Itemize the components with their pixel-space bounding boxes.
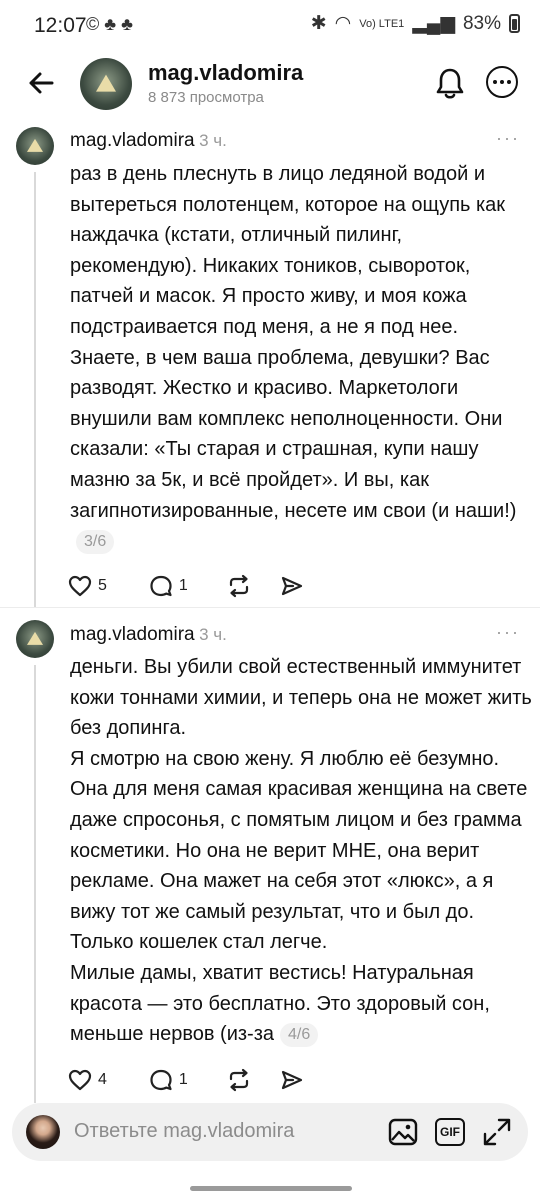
like-button[interactable]: 4: [68, 1069, 107, 1091]
post-body: деньги. Вы убили свой естественный иммун…: [70, 656, 532, 1046]
user-avatar: [26, 1115, 60, 1149]
reply-input[interactable]: Ответьте mag.vladomira: [74, 1120, 294, 1143]
battery-icon: [509, 14, 520, 33]
post-actions: 5 1: [68, 571, 304, 601]
heart-icon: [68, 1069, 92, 1091]
dot-icon: [500, 80, 504, 84]
battery-percent: 83%: [462, 12, 501, 34]
reply-count: 1: [178, 577, 188, 594]
post-username[interactable]: mag.vladomira: [70, 624, 195, 645]
post-time: 3 ч.: [199, 625, 227, 644]
post-actions: 4 1: [68, 1065, 304, 1095]
status-bar: 12:07 © ♣ ♣ ✱ ◠ Vo) LTE1 ▂▄▆ 83%: [0, 0, 540, 52]
reply-button[interactable]: 1: [149, 574, 188, 598]
send-icon: [281, 576, 302, 596]
wifi-icon: ◠: [334, 13, 352, 34]
post-divider: [0, 607, 540, 608]
notification-icons: © ♣ ♣: [86, 14, 133, 34]
dot-icon: [493, 80, 497, 84]
like-count: 5: [98, 577, 107, 594]
image-button[interactable]: [388, 1118, 418, 1151]
repost-button[interactable]: [226, 1068, 252, 1092]
post-text: деньги. Вы убили свой естественный иммун…: [70, 652, 532, 1050]
gif-button[interactable]: GIF: [435, 1118, 465, 1146]
post-more-button[interactable]: ···: [496, 622, 520, 643]
post-text: раз в день плеснуть в лицо ледяной водой…: [70, 159, 532, 557]
heart-icon: [68, 575, 92, 597]
dot-icon: [507, 80, 511, 84]
post-header: mag.vladomira 3 ч.: [70, 624, 227, 646]
share-button[interactable]: [280, 1068, 304, 1092]
post-time: 3 ч.: [199, 131, 227, 150]
thread-counter: 3/6: [76, 529, 115, 554]
like-button[interactable]: 5: [68, 575, 107, 597]
send-icon: [281, 1070, 302, 1090]
signal-icon: ▂▄▆: [412, 13, 455, 34]
post-header: mag.vladomira 3 ч.: [70, 130, 227, 152]
top-bar: mag.vladomira 8 873 просмотра: [0, 52, 540, 116]
post-avatar[interactable]: [16, 127, 54, 165]
gesture-bar[interactable]: [190, 1186, 352, 1191]
back-arrow-icon: [29, 72, 54, 94]
expand-icon: [483, 1118, 511, 1146]
bell-icon: [436, 68, 464, 99]
image-icon: [388, 1118, 418, 1146]
back-button[interactable]: [24, 66, 58, 100]
bluetooth-icon: ✱: [310, 13, 327, 34]
post-more-button[interactable]: ···: [496, 128, 520, 149]
thread-counter: 4/6: [280, 1022, 319, 1047]
expand-button[interactable]: [482, 1117, 512, 1152]
reply-composer[interactable]: Ответьте mag.vladomira GIF: [12, 1103, 528, 1161]
comment-icon: [150, 1069, 172, 1091]
like-count: 4: [98, 1071, 107, 1088]
post-avatar[interactable]: [16, 620, 54, 658]
repost-icon: [229, 574, 248, 598]
more-options-button[interactable]: [486, 66, 518, 98]
view-count: 8 873 просмотра: [148, 89, 264, 106]
thread-line: [34, 172, 36, 608]
profile-name[interactable]: mag.vladomira: [148, 60, 303, 86]
repost-button[interactable]: [226, 574, 252, 598]
profile-avatar[interactable]: [80, 58, 132, 110]
post-username[interactable]: mag.vladomira: [70, 130, 195, 151]
share-button[interactable]: [280, 574, 304, 598]
repost-icon: [229, 1068, 248, 1092]
reply-button[interactable]: 1: [149, 1068, 188, 1092]
comment-icon: [150, 575, 172, 597]
notifications-button[interactable]: [434, 66, 466, 100]
thread-line: [34, 665, 36, 1103]
network-label: Vo) LTE1: [359, 17, 405, 30]
status-time: 12:07: [34, 14, 87, 37]
reply-count: 1: [178, 1071, 188, 1088]
status-right: ✱ ◠ Vo) LTE1 ▂▄▆ 83%: [311, 12, 520, 35]
post-body: раз в день плеснуть в лицо ледяной водой…: [70, 163, 517, 522]
